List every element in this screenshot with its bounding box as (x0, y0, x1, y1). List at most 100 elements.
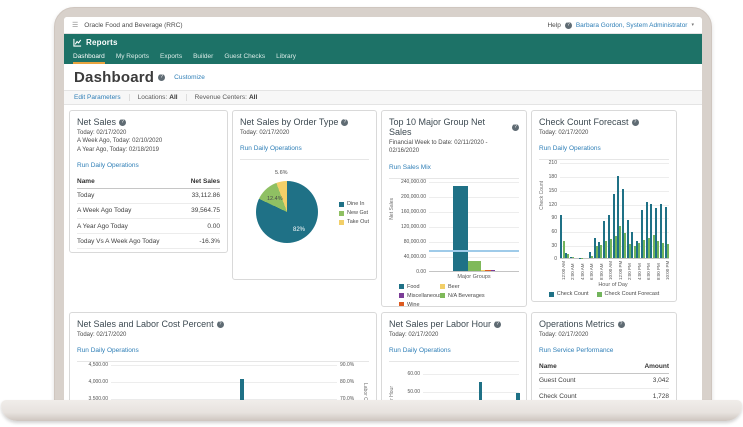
x-axis-label: Major Groups (389, 274, 519, 280)
run-daily-operations-link[interactable]: Run Daily Operations (77, 347, 139, 354)
labor-cost-chart: 4,500.004,000.003,500.003,000.002,500.00… (77, 365, 369, 403)
col-name: Name (77, 178, 95, 185)
legend-label: Beer (448, 284, 460, 290)
card-title: Net Sales per Labor Hour (389, 319, 491, 329)
tick-label: 4,000.00 (89, 379, 108, 385)
tick-label: 150 (549, 188, 557, 194)
tick-label: 90.0% (340, 362, 354, 368)
date-line: Today: 02/17/2020 (240, 129, 369, 137)
run-daily-operations-link[interactable]: Run Daily Operations (77, 162, 139, 169)
bar-food (453, 186, 468, 270)
legend-label: New Gst (347, 210, 368, 216)
customize-link[interactable]: Customize (174, 74, 205, 81)
y-ticks-right: 90.0%80.0%70.0%60.0%50.0%40.0%30.0%20.0%… (337, 365, 361, 403)
reports-header: Reports Dashboard My Reports Exports Bui… (64, 34, 702, 64)
legend-swatch (440, 284, 445, 289)
gridline (560, 163, 669, 164)
table-row: Today33,112.86 (77, 189, 220, 204)
legend-label: Check Count Forecast (605, 291, 660, 297)
plot-area (560, 163, 669, 259)
legend-label: Food (407, 284, 420, 290)
check-count-forecast-bar (572, 257, 574, 258)
date-line: Today: 02/17/2020 (77, 129, 220, 137)
gridline (429, 197, 519, 198)
legend-label: Check Count (557, 291, 589, 297)
x-tick-label: 4:00 PM (637, 260, 642, 280)
date-line: Today: 02/17/2020 (539, 129, 669, 137)
x-tick-label: 10:00 PM (665, 260, 670, 280)
info-icon[interactable]: ? (494, 321, 501, 328)
gridline (423, 374, 519, 375)
legend-item: Dine In (339, 201, 369, 207)
legend-swatch (339, 220, 344, 225)
chevron-down-icon[interactable]: ▾ (691, 22, 694, 28)
chart-legend: Check Count Check Count Forecast (539, 291, 669, 297)
tick-label: 80,000.00 (404, 239, 426, 245)
tab-builder[interactable]: Builder (193, 53, 213, 64)
legend-item: Take Out (339, 219, 369, 225)
help-link[interactable]: Help (547, 22, 560, 29)
tab-library[interactable]: Library (276, 53, 296, 64)
pie-label-new-gst: 12.4% (267, 196, 283, 202)
laptop-base (1, 400, 742, 421)
card-title: Net Sales by Order Type (240, 117, 338, 127)
gridline (560, 191, 669, 192)
tick-label: 30 (551, 243, 557, 249)
page: ☰ Oracle Food and Beverage (RRC) Help ? … (0, 0, 743, 427)
legend-swatch (399, 284, 404, 289)
brand-title: Reports (86, 38, 118, 47)
table-row: Today Vs A Year Ago Today0.0% (77, 249, 220, 253)
user-menu[interactable]: Barbara Gordon, System Administrator (576, 22, 688, 29)
run-service-performance-link[interactable]: Run Service Performance (539, 347, 613, 354)
x-tick-label: 2:00 AM (570, 260, 575, 280)
card-title: Top 10 Major Group Net Sales (389, 117, 509, 137)
info-icon[interactable]: ? (217, 321, 224, 328)
locations-label: Locations: (138, 94, 168, 101)
table-row: Guest Count3,042 (539, 374, 669, 389)
tick-label: 160,000.00 (401, 209, 426, 215)
legend-label: Take Out (347, 219, 369, 225)
tick-label: 60 (551, 229, 557, 235)
info-icon[interactable]: ? (632, 119, 639, 126)
revenue-centers-param[interactable]: Revenue Centers:All (186, 94, 266, 101)
pie-label-dine-in: 82% (293, 227, 305, 233)
info-icon[interactable]: ? (512, 124, 519, 131)
info-icon[interactable]: ? (618, 321, 625, 328)
ops-metrics-table: Guest Count3,042Check Count1,728Table Tu… (539, 374, 669, 403)
tick-label: 120,000.00 (401, 224, 426, 230)
gridline (560, 177, 669, 178)
col-amount: Amount (644, 363, 669, 370)
run-daily-operations-link[interactable]: Run Daily Operations (539, 145, 601, 152)
page-title: Dashboard (74, 69, 154, 86)
x-tick-label: 12:00 PM (618, 260, 623, 280)
legend-label: Wine (407, 302, 420, 307)
gridline (111, 365, 337, 366)
run-sales-mix-link[interactable]: Run Sales Mix (389, 164, 431, 171)
check-forecast-card: Check Count Forecast ? Today: 02/17/2020… (531, 110, 677, 302)
y-axis-label: Check Count (539, 181, 545, 210)
legend-label: N/A Beverages (448, 293, 485, 299)
tick-label: 240,000.00 (401, 179, 426, 185)
order-type-card: Net Sales by Order Type ? Today: 02/17/2… (232, 110, 377, 280)
tick-label: 180 (549, 174, 557, 180)
edit-parameters-link[interactable]: Edit Parameters (74, 94, 129, 101)
legend-item: Wine (399, 302, 440, 307)
date-line: A Week Ago, Today: 02/10/2020 (77, 137, 220, 145)
info-icon[interactable]: ? (158, 74, 165, 81)
tab-guest-checks[interactable]: Guest Checks (224, 53, 265, 64)
help-icon[interactable]: ? (565, 22, 572, 29)
labor-cost-card: Net Sales and Labor Cost Percent ? Today… (69, 312, 377, 403)
info-icon[interactable]: ? (341, 119, 348, 126)
tab-my-reports[interactable]: My Reports (116, 53, 149, 64)
tick-label: 0 (554, 256, 557, 262)
info-icon[interactable]: ? (119, 119, 126, 126)
top-bar: ☰ Oracle Food and Beverage (RRC) Help ? … (64, 17, 702, 34)
bar-miscellaneous (491, 270, 495, 271)
run-daily-operations-link[interactable]: Run Daily Operations (389, 347, 451, 354)
run-daily-operations-link[interactable]: Run Daily Operations (240, 145, 302, 152)
tab-exports[interactable]: Exports (160, 53, 182, 64)
tab-dashboard[interactable]: Dashboard (73, 53, 105, 64)
hamburger-icon[interactable]: ☰ (72, 21, 78, 29)
major-group-bar-chart: Net Sales 240,000.00200,000.00160,000.00… (389, 182, 519, 307)
locations-param[interactable]: Locations:All (129, 94, 186, 101)
